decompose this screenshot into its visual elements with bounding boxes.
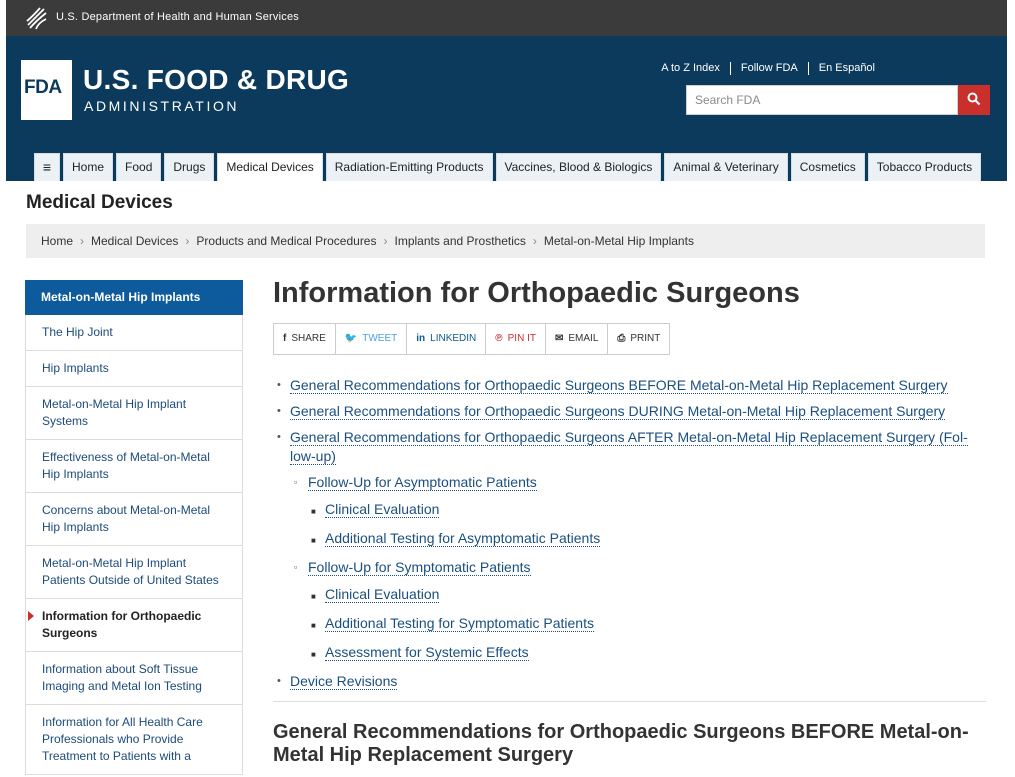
bullet-icon: • bbox=[277, 379, 281, 391]
tab-animal-veterinary[interactable]: Animal & Veterinary bbox=[664, 153, 788, 181]
toc-link-asymptomatic[interactable]: Follow-Up for Asymptomatic Patients bbox=[308, 474, 537, 491]
breadcrumb-medical-devices[interactable]: Medical Devices bbox=[91, 234, 178, 248]
toc-link-during[interactable]: General Recommendations for Orthopaedic … bbox=[290, 403, 946, 420]
toc-link-sym-clinical[interactable]: Clinical Evaluation bbox=[325, 586, 440, 603]
sidebar-nav: Metal-on-Metal Hip Implants The Hip Join… bbox=[25, 280, 243, 775]
square-bullet-icon: ■ bbox=[311, 507, 316, 516]
linkedin-icon: in bbox=[416, 333, 426, 344]
square-bullet-icon: ▫ bbox=[294, 477, 298, 487]
list-item: ■ Clinical Evaluation bbox=[311, 500, 977, 521]
square-bullet-icon: ▫ bbox=[294, 562, 298, 572]
list-item: ■ Assessment for Systemic Effects bbox=[311, 643, 977, 664]
hhs-link[interactable]: U.S. Department of Health and Human Serv… bbox=[56, 11, 299, 23]
hhs-eagle-icon[interactable] bbox=[24, 5, 48, 31]
sidebar-item-effectiveness[interactable]: Effectiveness of Metal-on-Metal Hip Impl… bbox=[25, 440, 243, 493]
share-tweet-button[interactable]: 🐦 TWEET bbox=[336, 324, 408, 354]
follow-fda-link[interactable]: Follow FDA bbox=[731, 62, 809, 75]
section-title: Medical Devices bbox=[26, 192, 173, 213]
espanol-link[interactable]: En Español bbox=[809, 62, 885, 75]
share-print-button[interactable]: ⎙ PRINT bbox=[608, 324, 669, 354]
tab-medical-devices[interactable]: Medical Devices bbox=[217, 153, 323, 181]
menu-icon[interactable]: ≡ bbox=[34, 153, 60, 181]
tab-vaccines-blood-biologics[interactable]: Vaccines, Blood & Biologics bbox=[495, 153, 662, 181]
square-bullet-icon: ■ bbox=[311, 592, 316, 601]
bullet-icon: • bbox=[277, 675, 281, 687]
square-bullet-icon: ■ bbox=[311, 650, 316, 659]
tab-tobacco-products[interactable]: Tobacco Products bbox=[867, 153, 982, 181]
site-header: FDA U.S. FOOD & DRUG ADMINISTRATION A to… bbox=[6, 36, 1007, 181]
list-item: ■ Additional Testing for Symptomatic Pat… bbox=[311, 614, 977, 635]
share-bar: f SHARE 🐦 TWEET in LINKEDIN ℗ PIN IT ✉ EMAIL … bbox=[273, 323, 671, 355]
square-bullet-icon: ■ bbox=[311, 621, 316, 630]
tab-food[interactable]: Food bbox=[116, 153, 162, 181]
sidebar-item-systems[interactable]: Metal-on-Metal Hip Implant Systems bbox=[25, 387, 243, 440]
toc-link-before[interactable]: General Recommendations for Orthopaedic … bbox=[290, 377, 948, 394]
list-item: ■ Clinical Evaluation bbox=[311, 585, 977, 606]
toc-link-after[interactable]: General Recommendations for Orthopaedic … bbox=[290, 429, 968, 465]
search-button[interactable] bbox=[958, 85, 990, 115]
fda-logo[interactable]: FDA bbox=[21, 60, 72, 120]
sidebar-item-hip-joint[interactable]: The Hip Joint bbox=[25, 315, 243, 351]
chevron-right-icon: › bbox=[383, 234, 388, 248]
print-icon: ⎙ bbox=[617, 333, 626, 344]
page-title: Information for Orthopaedic Surgeons bbox=[273, 277, 800, 309]
breadcrumb-current[interactable]: Metal-on-Metal Hip Implants bbox=[544, 234, 694, 248]
main-nav: ≡ Home Food Drugs Medical Devices Radiat… bbox=[34, 153, 984, 181]
twitter-icon: 🐦 bbox=[344, 333, 358, 344]
tab-home[interactable]: Home bbox=[63, 153, 114, 181]
brand-name[interactable]: U.S. FOOD & DRUG bbox=[83, 64, 349, 96]
list-item: ■ Additional Testing for Asymptomatic Pa… bbox=[311, 529, 977, 550]
search-input[interactable] bbox=[686, 85, 958, 115]
share-linkedin-button[interactable]: in LINKEDIN bbox=[407, 324, 487, 354]
sidebar-item-concerns[interactable]: Concerns about Metal-on-Metal Hip Implan… bbox=[25, 493, 243, 546]
sidebar-item-hip-implants[interactable]: Hip Implants bbox=[25, 351, 243, 387]
sidebar-item-health-care-professionals[interactable]: Information for All Health Care Professi… bbox=[25, 705, 243, 775]
sidebar-item-soft-tissue[interactable]: Information about Soft Tissue Imaging an… bbox=[25, 652, 243, 705]
search-icon bbox=[967, 92, 981, 105]
utility-links: A to Z Index Follow FDA En Español bbox=[651, 62, 885, 75]
list-item: ▫ Follow-Up for Symptomatic Patients bbox=[294, 558, 977, 577]
bullet-icon: • bbox=[277, 431, 281, 443]
list-item: • General Recommendations for Orthopaedi… bbox=[277, 402, 977, 421]
toc-link-revisions[interactable]: Device Revisions bbox=[290, 673, 398, 690]
list-item: • Device Revisions bbox=[277, 672, 977, 691]
toc-link-symptomatic[interactable]: Follow-Up for Symptomatic Patients bbox=[308, 559, 531, 576]
toc-link-systemic[interactable]: Assessment for Systemic Effects bbox=[325, 644, 529, 661]
hhs-banner: U.S. Department of Health and Human Serv… bbox=[6, 0, 1007, 36]
list-item: • General Recommendations for Orthopaedi… bbox=[277, 376, 977, 395]
facebook-icon: f bbox=[283, 333, 287, 344]
toc-link-asym-clinical[interactable]: Clinical Evaluation bbox=[325, 501, 440, 518]
breadcrumb: Home › Medical Devices › Products and Me… bbox=[26, 224, 985, 258]
brand-subtitle[interactable]: ADMINISTRATION bbox=[84, 98, 239, 114]
pinterest-icon: ℗ bbox=[495, 333, 503, 344]
chevron-right-icon: › bbox=[185, 234, 190, 248]
share-pinterest-button[interactable]: ℗ PIN IT bbox=[486, 324, 546, 354]
chevron-right-icon: › bbox=[80, 234, 85, 248]
breadcrumb-home[interactable]: Home bbox=[41, 234, 73, 248]
list-item: ▫ Follow-Up for Asymptomatic Patients bbox=[294, 473, 977, 492]
square-bullet-icon: ■ bbox=[311, 536, 316, 545]
toc-link-sym-testing[interactable]: Additional Testing for Symptomatic Patie… bbox=[325, 615, 594, 632]
list-item: • General Recommendations for Orthopaedi… bbox=[277, 428, 977, 466]
toc-link-asym-testing[interactable]: Additional Testing for Asymptomatic Pati… bbox=[325, 530, 601, 547]
tab-radiation-emitting-products[interactable]: Radiation-Emitting Products bbox=[325, 153, 493, 181]
email-icon: ✉ bbox=[554, 333, 564, 344]
breadcrumb-products[interactable]: Products and Medical Procedures bbox=[196, 234, 376, 248]
chevron-right-icon: › bbox=[532, 234, 537, 248]
share-facebook-button[interactable]: f SHARE bbox=[274, 324, 336, 354]
sidebar-item-outside-us[interactable]: Metal-on-Metal Hip Implant Patients Outs… bbox=[25, 546, 243, 599]
sidebar-item-orthopaedic-surgeons[interactable]: Information for Orthopaedic Surgeons bbox=[25, 599, 243, 652]
tab-cosmetics[interactable]: Cosmetics bbox=[790, 153, 865, 181]
share-email-button[interactable]: ✉ EMAIL bbox=[546, 324, 609, 354]
bullet-icon: • bbox=[277, 405, 281, 417]
section-heading: General Recommendations for Orthopaedic … bbox=[273, 721, 969, 766]
sidebar-heading[interactable]: Metal-on-Metal Hip Implants bbox=[25, 280, 243, 315]
table-of-contents: • General Recommendations for Orthopaedi… bbox=[277, 376, 977, 698]
section-divider bbox=[273, 701, 986, 702]
a-to-z-link[interactable]: A to Z Index bbox=[651, 62, 731, 75]
tab-drugs[interactable]: Drugs bbox=[164, 153, 215, 181]
breadcrumb-implants[interactable]: Implants and Prosthetics bbox=[394, 234, 525, 248]
